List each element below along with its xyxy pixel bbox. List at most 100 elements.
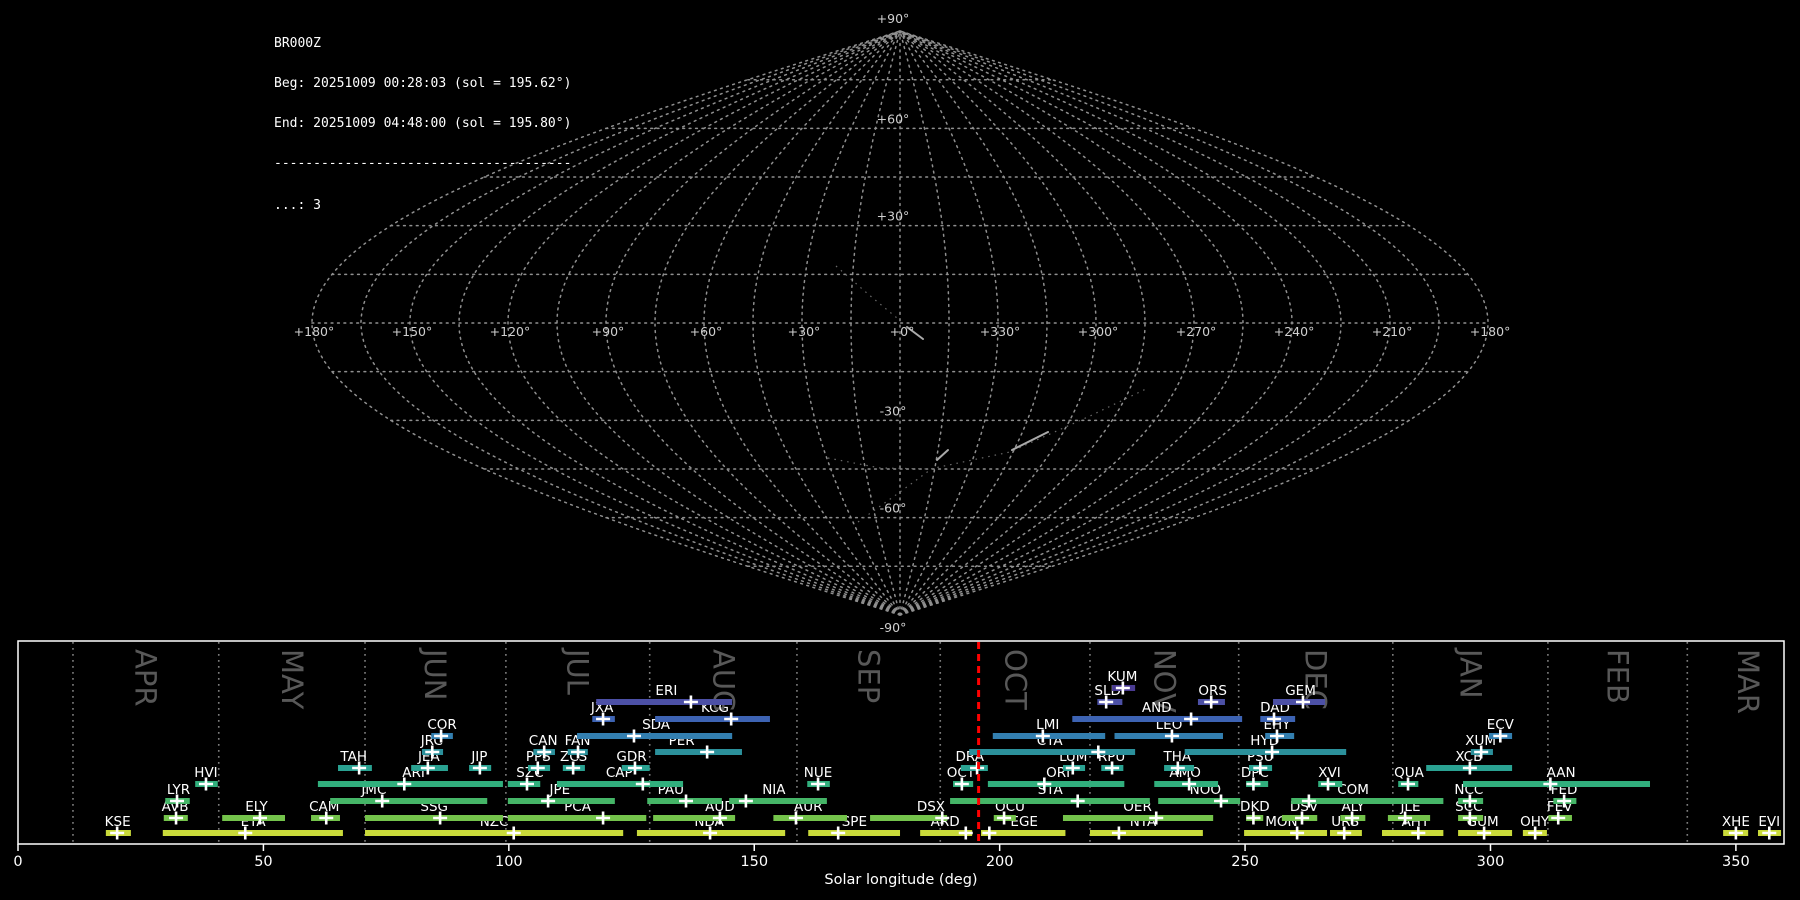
shower-label: ERI: [655, 683, 677, 699]
map-lon-label: +210°: [1372, 324, 1413, 339]
meteor-trail: [936, 449, 949, 461]
shower-label: GEM: [1285, 683, 1316, 699]
map-lon-label: +150°: [392, 324, 433, 339]
shower-bar-JPE: [507, 798, 615, 804]
info-block: BR000Z Beg: 20251009 00:28:03 (sol = 195…: [274, 10, 571, 239]
showers-layer: KSE ETA NZC NDA SPE ARD EGE NTA MON URS AHY GUM OHY X…: [105, 669, 1782, 840]
shower-label: QUA: [1394, 765, 1425, 781]
shower-label: EVI: [1758, 814, 1780, 830]
map-lon-label: +180°: [1470, 324, 1511, 339]
map-lon-label: +240°: [1274, 324, 1315, 339]
shower-bar-KCG: [655, 716, 770, 722]
shower-label: KSE: [105, 814, 131, 830]
ecliptic-trace: [827, 265, 1149, 523]
radiant-map-and-activity-chart: +90° +60° +30° -30° -60° -90° +180° +150° +120° +…: [13, 11, 1785, 888]
map-lon-label: +300°: [1078, 324, 1119, 339]
shower-peak-marker: [1070, 794, 1085, 808]
month-label: OCT: [998, 649, 1032, 710]
shower-label: AND: [1142, 700, 1172, 716]
map-lon-label: +60°: [690, 324, 723, 339]
x-axis: 0 50 100 150 200 250 300 350 Solar longitude (de…: [13, 844, 1750, 888]
shower-bar-CTA: [969, 749, 1136, 755]
shower-label: XHE: [1722, 814, 1750, 830]
shower-label: JIP: [470, 749, 487, 765]
shower-peak-marker: [738, 794, 753, 808]
shower-label: NIA: [762, 782, 786, 798]
shower-bar-OER: [1062, 815, 1214, 821]
shower-bar-ERI: [596, 699, 733, 705]
axis-tick-label: 150: [740, 854, 768, 870]
map-lat-label: -90°: [880, 620, 907, 635]
month-label: JAN: [1453, 647, 1487, 699]
shower-bar-AND: [1072, 716, 1243, 722]
map-lat-label: +30°: [877, 209, 910, 224]
station-code: BR000Z: [274, 35, 321, 51]
shower-label: KUM: [1107, 669, 1137, 685]
month-label: MAR: [1731, 649, 1765, 714]
shower-bar-JMC: [330, 798, 488, 804]
shower-peak-marker: [1184, 712, 1199, 726]
map-lat-label: +90°: [877, 11, 910, 26]
separator-line: --------------------------------------: [274, 156, 572, 172]
shower-bar-PCA: [507, 815, 647, 821]
month-label: FEB: [1601, 649, 1635, 704]
shower-label: ECV: [1487, 717, 1515, 733]
shower-bar-CAP: [556, 781, 684, 787]
meteor-trails: [906, 326, 1049, 461]
x-axis-title: Solar longitude (deg): [824, 872, 977, 888]
axis-tick-label: 200: [986, 854, 1014, 870]
shower-label: LMI: [1036, 717, 1059, 733]
meteor-trail: [1011, 431, 1049, 451]
month-label: JUN: [418, 647, 452, 700]
begin-time-line: Beg: 20251009 00:28:03 (sol = 195.62°): [274, 76, 572, 92]
shower-label: DSX: [917, 799, 945, 815]
month-label: JUL: [561, 647, 595, 695]
map-lon-label: +120°: [490, 324, 531, 339]
month-label: APR: [129, 649, 163, 706]
ecliptic-trace-segment: [827, 387, 1149, 470]
shower-bar-NZC: [365, 830, 624, 836]
shower-peak-marker: [982, 826, 997, 840]
map-lon-label: +180°: [294, 324, 335, 339]
month-label: SEP: [852, 649, 886, 703]
shower-peak-marker: [635, 777, 650, 791]
shower-label: XVI: [1318, 765, 1340, 781]
axis-tick-label: 300: [1477, 854, 1505, 870]
shower-label: GDR: [616, 749, 646, 765]
shower-bar-AUR: [773, 815, 848, 821]
shower-bar-PER: [655, 749, 742, 755]
axis-tick-label: 350: [1722, 854, 1750, 870]
shower-bar-ETA: [162, 830, 343, 836]
shower-peak-marker: [958, 826, 973, 840]
shower-label: OHY: [1520, 814, 1550, 830]
shower-label: DKD: [1240, 799, 1270, 815]
map-lat-label: -30°: [880, 403, 907, 418]
shower-label: LYR: [167, 782, 190, 798]
map-lon-label: +0°: [890, 324, 915, 339]
shower-bar-SDA: [577, 733, 733, 739]
shower-peak-marker: [1111, 826, 1126, 840]
map-lon-label: +270°: [1176, 324, 1217, 339]
map-lon-label: +90°: [592, 324, 625, 339]
shower-bar-ORI: [987, 781, 1125, 787]
shower-label: NUE: [804, 765, 833, 781]
end-time-line: End: 20251009 04:48:00 (sol = 195.80°): [274, 116, 572, 132]
shower-bar-MON: [1244, 830, 1328, 836]
shower-bar-SPE: [808, 830, 901, 836]
shower-peak-marker: [596, 811, 611, 825]
axis-tick-label: 250: [1231, 854, 1259, 870]
shower-bar-NTA: [1089, 830, 1203, 836]
shower-label: CAN: [529, 733, 558, 749]
shower-peak-marker: [626, 729, 641, 743]
shower-peak-marker: [700, 745, 715, 759]
shower-peak-marker: [506, 826, 521, 840]
shower-peak-marker: [683, 695, 698, 709]
axis-tick-label: 100: [495, 854, 523, 870]
meteor-count-line: ...: 3: [274, 197, 321, 213]
shower-label: ORS: [1198, 683, 1227, 699]
shower-label: ELY: [245, 799, 268, 815]
map-lat-label: +60°: [877, 111, 910, 126]
month-label: MAY: [275, 649, 309, 710]
shower-label: AAN: [1547, 765, 1576, 781]
shower-label: TAH: [339, 749, 367, 765]
